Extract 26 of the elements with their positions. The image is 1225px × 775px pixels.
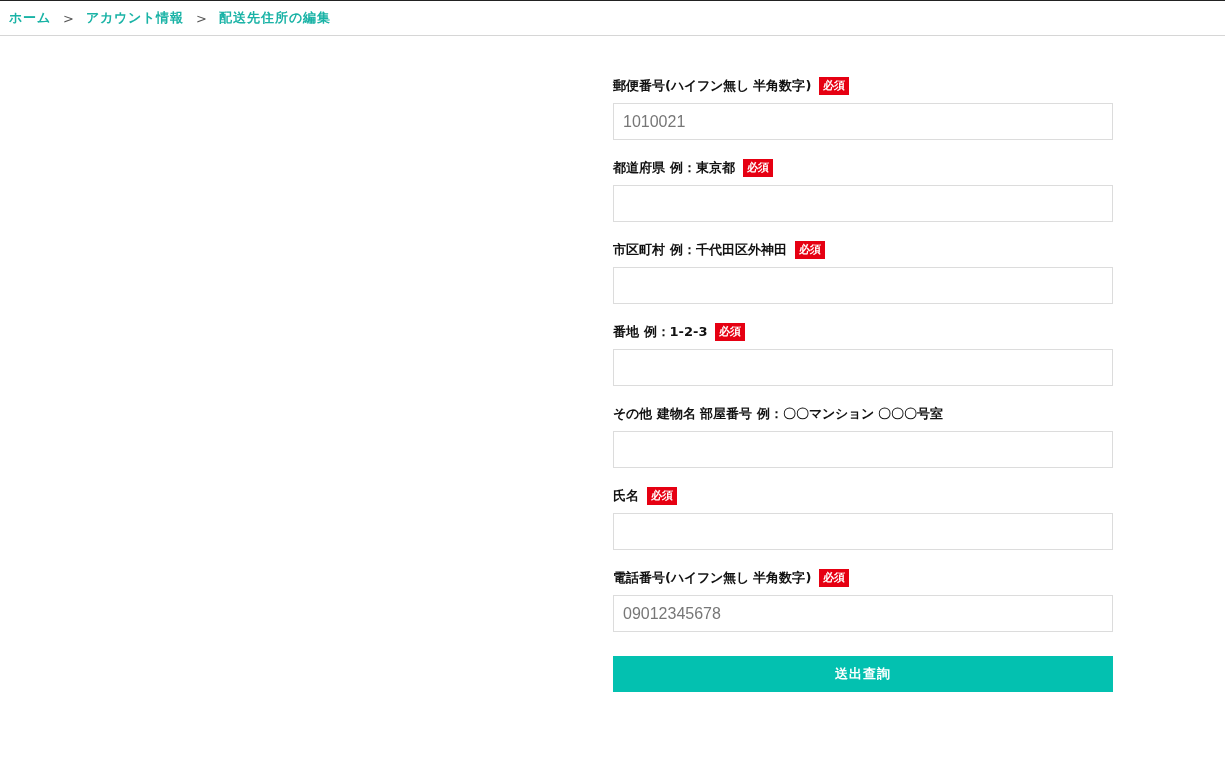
breadcrumb-separator: > xyxy=(63,10,74,26)
field-label: 電話番号(ハイフン無し 半角数字) xyxy=(613,569,812,587)
input-field[interactable] xyxy=(613,185,1113,222)
input-field[interactable]: 1010021 xyxy=(613,103,1113,140)
required-badge: 必須 xyxy=(819,569,850,587)
submit-button[interactable]: 送出查詢 xyxy=(613,656,1113,692)
field-label: 氏名 xyxy=(613,487,639,505)
required-badge: 必須 xyxy=(647,487,677,505)
field-label: 郵便番号(ハイフン無し 半角数字) xyxy=(613,77,812,95)
field-label: 番地 例：1-2-3 xyxy=(613,323,708,341)
required-badge: 必須 xyxy=(715,323,746,341)
input-field[interactable] xyxy=(613,267,1113,304)
field-label: 市区町村 例：千代田区外神田 xyxy=(613,241,787,259)
input-field[interactable] xyxy=(613,349,1113,386)
field-label: その他 建物名 部屋番号 例：〇〇マンション 〇〇〇号室 xyxy=(613,405,944,423)
required-badge: 必須 xyxy=(819,77,850,95)
required-badge: 必須 xyxy=(742,159,773,177)
input-field[interactable] xyxy=(613,431,1113,468)
field-label: 都道府県 例：東京都 xyxy=(613,159,735,177)
required-badge: 必須 xyxy=(794,241,825,259)
breadcrumb-link[interactable]: アカウント情報 xyxy=(85,9,184,27)
input-field[interactable] xyxy=(613,513,1113,550)
breadcrumb-link[interactable]: 配送先住所の編集 xyxy=(218,9,331,27)
breadcrumb-link[interactable]: ホーム xyxy=(9,9,51,27)
input-field[interactable]: 09012345678 xyxy=(613,595,1113,632)
breadcrumb-separator: > xyxy=(195,10,207,26)
